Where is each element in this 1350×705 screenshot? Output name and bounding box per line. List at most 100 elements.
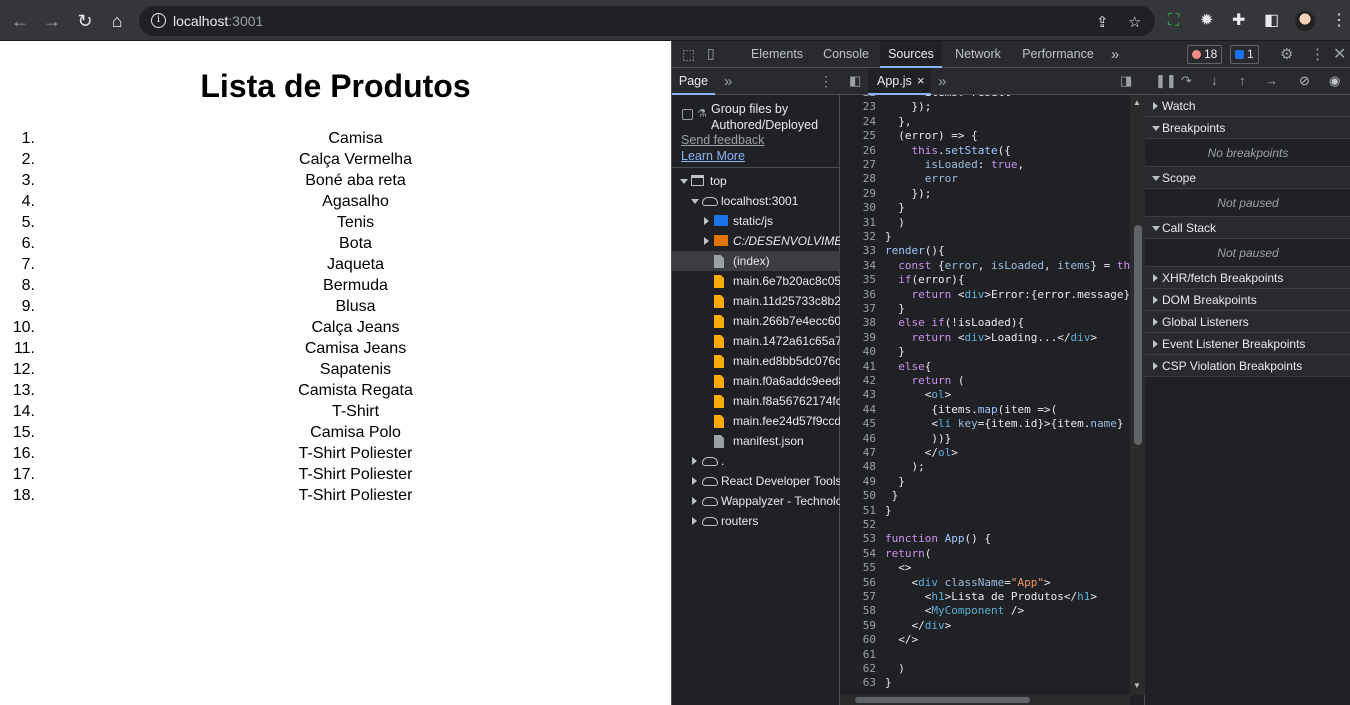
tree-item[interactable]: main.fee24d57f9ccd (672, 411, 840, 431)
inspect-element-icon[interactable]: ⬚ (682, 46, 695, 63)
code-line[interactable]: 44 {items.map(item =>( (840, 403, 1130, 417)
code-line[interactable]: 52 (840, 518, 1130, 532)
home-icon[interactable]: ⌂ (106, 10, 128, 32)
close-devtools-icon[interactable]: ✕ (1333, 44, 1346, 64)
browser-menu-icon[interactable]: ⋮ (1331, 11, 1347, 31)
tree-item[interactable]: routers (672, 511, 840, 531)
horizontal-scrollbar[interactable] (840, 695, 1130, 705)
line-number[interactable]: 42 (840, 374, 876, 388)
expand-icon[interactable] (692, 497, 697, 505)
line-number[interactable]: 29 (840, 187, 876, 201)
line-number[interactable]: 54 (840, 547, 876, 561)
code-line[interactable]: 30 } (840, 201, 1130, 215)
group-files-checkbox[interactable] (682, 109, 693, 120)
section-global-listeners[interactable]: Global Listeners (1145, 311, 1350, 333)
expand-icon[interactable] (704, 237, 709, 245)
tab-sources[interactable]: Sources (880, 41, 942, 68)
expand-icon[interactable] (692, 517, 697, 525)
line-number[interactable]: 40 (840, 345, 876, 359)
vertical-scroll-thumb[interactable] (1134, 225, 1142, 445)
code-line[interactable]: 56 <div className="App"> (840, 576, 1130, 590)
code-line[interactable]: 24 }, (840, 115, 1130, 129)
tree-item[interactable]: main.266b7e4ecc60b (672, 311, 840, 331)
line-number[interactable]: 41 (840, 360, 876, 374)
line-number[interactable]: 25 (840, 129, 876, 143)
expand-icon[interactable] (692, 477, 697, 485)
tree-item[interactable]: static/js (672, 211, 840, 231)
step-into-icon[interactable]: ↓ (1211, 73, 1218, 89)
code-line[interactable]: 38 else if(!isLoaded){ (840, 316, 1130, 330)
bookmark-star-icon[interactable]: ☆ (1128, 13, 1141, 31)
line-number[interactable]: 61 (840, 648, 876, 662)
pause-icon[interactable]: ❚❚ (1155, 73, 1177, 89)
line-number[interactable]: 43 (840, 388, 876, 402)
devtools-menu-icon[interactable]: ⋮ (1310, 45, 1325, 63)
line-number[interactable]: 48 (840, 460, 876, 474)
address-bar[interactable]: i localhost:3001 ⇪ ☆ (139, 6, 1155, 36)
close-tab-icon[interactable]: × (917, 73, 925, 88)
line-number[interactable]: 60 (840, 633, 876, 647)
line-number[interactable]: 51 (840, 504, 876, 518)
tab-console[interactable]: Console (812, 41, 880, 68)
horizontal-scroll-thumb[interactable] (855, 697, 1030, 703)
tree-item[interactable]: (index) (672, 251, 840, 271)
code-line[interactable]: 54 return( (840, 547, 1130, 561)
line-number[interactable]: 30 (840, 201, 876, 215)
line-number[interactable]: 44 (840, 403, 876, 417)
tree-item[interactable]: React Developer Tools (672, 471, 840, 491)
extension-gear-icon[interactable]: ✹ (1200, 11, 1213, 31)
tab-network[interactable]: Network (942, 41, 1014, 68)
tree-item[interactable]: main.f8a56762174fc (672, 391, 840, 411)
learn-more-link[interactable]: Learn More (681, 149, 745, 163)
section-watch[interactable]: Watch (1145, 95, 1350, 117)
expand-icon[interactable] (704, 217, 709, 225)
line-number[interactable]: 31 (840, 216, 876, 230)
line-number[interactable]: 55 (840, 561, 876, 575)
back-button-icon[interactable]: ← (9, 10, 31, 32)
section-xhr-breakpoints[interactable]: XHR/fetch Breakpoints (1145, 267, 1350, 289)
code-line[interactable]: 27 isLoaded: true, (840, 158, 1130, 172)
line-number[interactable]: 52 (840, 518, 876, 532)
line-number[interactable]: 28 (840, 172, 876, 186)
line-number[interactable]: 37 (840, 302, 876, 316)
tree-item[interactable]: main.f0a6addc9eed8 (672, 371, 840, 391)
reload-icon[interactable]: ↻ (74, 10, 96, 32)
line-number[interactable]: 39 (840, 331, 876, 345)
tree-item[interactable]: main.1472a61c65a71 (672, 331, 840, 351)
line-number[interactable]: 33 (840, 244, 876, 258)
line-number[interactable]: 26 (840, 144, 876, 158)
code-line[interactable]: 57 <h1>Lista de Produtos</h1> (840, 590, 1130, 604)
tree-item[interactable]: main.11d25733c8b2f4 (672, 291, 840, 311)
code-line[interactable]: 58 <MyComponent /> (840, 604, 1130, 618)
code-line[interactable]: 47 </ol> (840, 446, 1130, 460)
profile-avatar[interactable] (1295, 11, 1315, 31)
code-line[interactable]: 46 ))} (840, 432, 1130, 446)
collapse-icon[interactable] (680, 179, 688, 184)
line-number[interactable]: 36 (840, 288, 876, 302)
error-count-badge[interactable]: 18 (1187, 45, 1223, 64)
code-line[interactable]: 53 function App() { (840, 532, 1130, 546)
navigator-more-icon[interactable]: » (724, 73, 732, 90)
line-number[interactable]: 45 (840, 417, 876, 431)
more-tabs-icon[interactable]: » (1106, 41, 1124, 68)
section-breakpoints[interactable]: Breakpoints (1145, 117, 1350, 139)
line-number[interactable]: 50 (840, 489, 876, 503)
send-feedback-link[interactable]: Send feedback (681, 133, 764, 147)
tree-item[interactable]: top (672, 171, 840, 191)
device-toolbar-icon[interactable]: ▯ (707, 45, 715, 62)
code-line[interactable]: 50 } (840, 489, 1130, 503)
line-number[interactable]: 53 (840, 532, 876, 546)
code-line[interactable]: 45 <li key={item.id}>{item.name} (840, 417, 1130, 431)
section-dom-breakpoints[interactable]: DOM Breakpoints (1145, 289, 1350, 311)
code-line[interactable]: 28 error (840, 172, 1130, 186)
section-call-stack[interactable]: Call Stack (1145, 217, 1350, 239)
code-line[interactable]: 35 if(error){ (840, 273, 1130, 287)
tab-performance[interactable]: Performance (1014, 41, 1102, 68)
message-count-badge[interactable]: 1 (1230, 45, 1259, 64)
vertical-scrollbar[interactable]: ▲ ▼ (1130, 95, 1145, 695)
line-number[interactable]: 57 (840, 590, 876, 604)
code-line[interactable]: 63} (840, 676, 1130, 690)
toggle-debugger-icon[interactable]: ◨ (1120, 73, 1132, 89)
line-number[interactable]: 24 (840, 115, 876, 129)
file-tab-appjs[interactable]: App.js × (868, 68, 931, 95)
